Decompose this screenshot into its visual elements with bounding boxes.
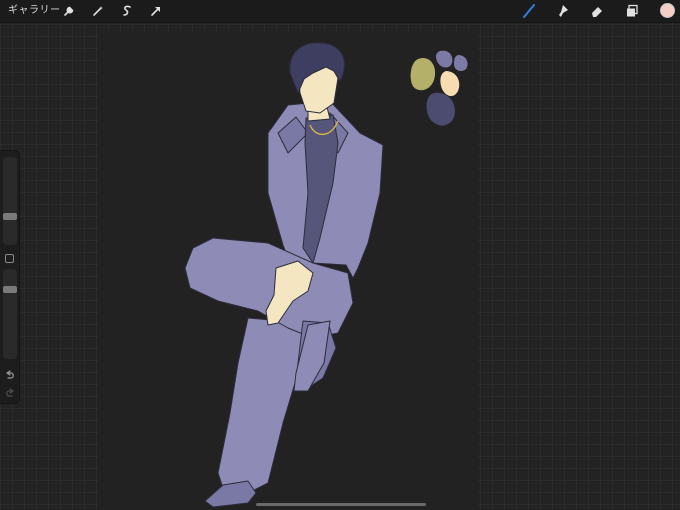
color-palette-blobs: [410, 50, 468, 126]
home-indicator: [256, 503, 426, 506]
eraser-icon[interactable]: [589, 3, 605, 19]
brush-size-slider[interactable]: [3, 157, 17, 245]
selection-icon[interactable]: [119, 3, 135, 19]
brush-size-thumb[interactable]: [3, 212, 17, 220]
smudge-icon[interactable]: [555, 3, 571, 19]
layers-icon[interactable]: [624, 3, 640, 19]
palette-blob: [410, 57, 436, 91]
magic-wand-icon[interactable]: [90, 3, 106, 19]
wrench-icon[interactable]: [61, 3, 77, 19]
opacity-slider[interactable]: [3, 269, 17, 359]
modify-button[interactable]: [5, 254, 14, 263]
left-sidebar: [0, 150, 20, 404]
gallery-button[interactable]: ギャラリー: [8, 3, 61, 19]
figure-leg-lower: [217, 317, 304, 494]
figure-foot-bottom: [204, 480, 257, 508]
transform-icon[interactable]: [148, 3, 164, 19]
top-toolbar: ギャラリー: [0, 0, 680, 23]
opacity-thumb[interactable]: [3, 286, 17, 294]
undo-icon[interactable]: [4, 369, 16, 381]
color-picker-swatch[interactable]: [660, 3, 675, 18]
palette-blob: [426, 92, 455, 126]
palette-blob: [454, 55, 468, 72]
palette-blob: [440, 71, 460, 97]
drawing-canvas[interactable]: [98, 33, 478, 510]
redo-icon[interactable]: [4, 387, 16, 399]
procreate-app: ギャラリー: [0, 0, 680, 510]
palette-blob: [435, 50, 453, 68]
artwork-illustration: [184, 42, 468, 508]
brush-icon[interactable]: [521, 3, 537, 19]
